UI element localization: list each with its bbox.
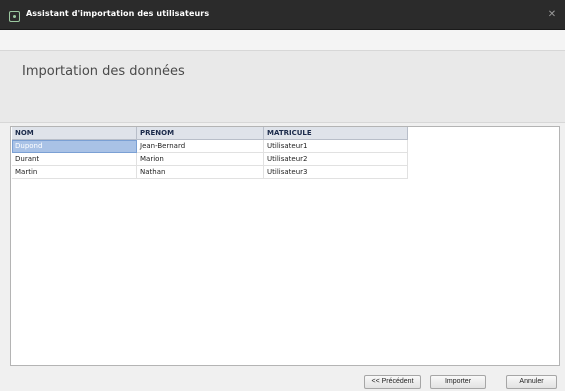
header-panel: Importation des données [0,50,565,123]
cell-matricule[interactable]: Utilisateur2 [263,152,408,166]
previous-button[interactable]: << Précédent [364,375,421,389]
users-table: NOM PRENOM MATRICULE Dupond Jean-Bernard… [12,127,408,179]
cell-matricule[interactable]: Utilisateur3 [263,165,408,179]
cell-nom[interactable]: Martin [12,165,137,179]
cell-prenom[interactable]: Nathan [136,165,264,179]
table-row[interactable]: Durant Marion Utilisateur2 [12,152,408,166]
table-row[interactable]: Martin Nathan Utilisateur3 [12,165,408,179]
page-title: Importation des données [22,64,185,79]
cell-matricule[interactable]: Utilisateur1 [263,139,408,153]
column-header-prenom[interactable]: PRENOM [136,127,264,140]
cell-prenom[interactable]: Jean-Bernard [136,139,264,153]
cancel-button[interactable]: Annuler [506,375,557,389]
cell-prenom[interactable]: Marion [136,152,264,166]
title-bar: Assistant d'importation des utilisateurs… [0,0,565,30]
top-strip [0,30,565,50]
cell-nom[interactable]: Durant [12,152,137,166]
close-icon[interactable]: ✕ [545,8,559,22]
users-table-area[interactable]: NOM PRENOM MATRICULE Dupond Jean-Bernard… [10,126,560,366]
column-header-matricule[interactable]: MATRICULE [263,127,408,140]
table-row[interactable]: Dupond Jean-Bernard Utilisateur1 [12,139,408,153]
window-title: Assistant d'importation des utilisateurs [26,9,210,18]
cell-nom[interactable]: Dupond [12,139,137,153]
import-button[interactable]: Importer [430,375,486,389]
app-icon [9,11,20,22]
column-header-nom[interactable]: NOM [12,127,137,140]
table-header-row: NOM PRENOM MATRICULE [12,127,408,140]
